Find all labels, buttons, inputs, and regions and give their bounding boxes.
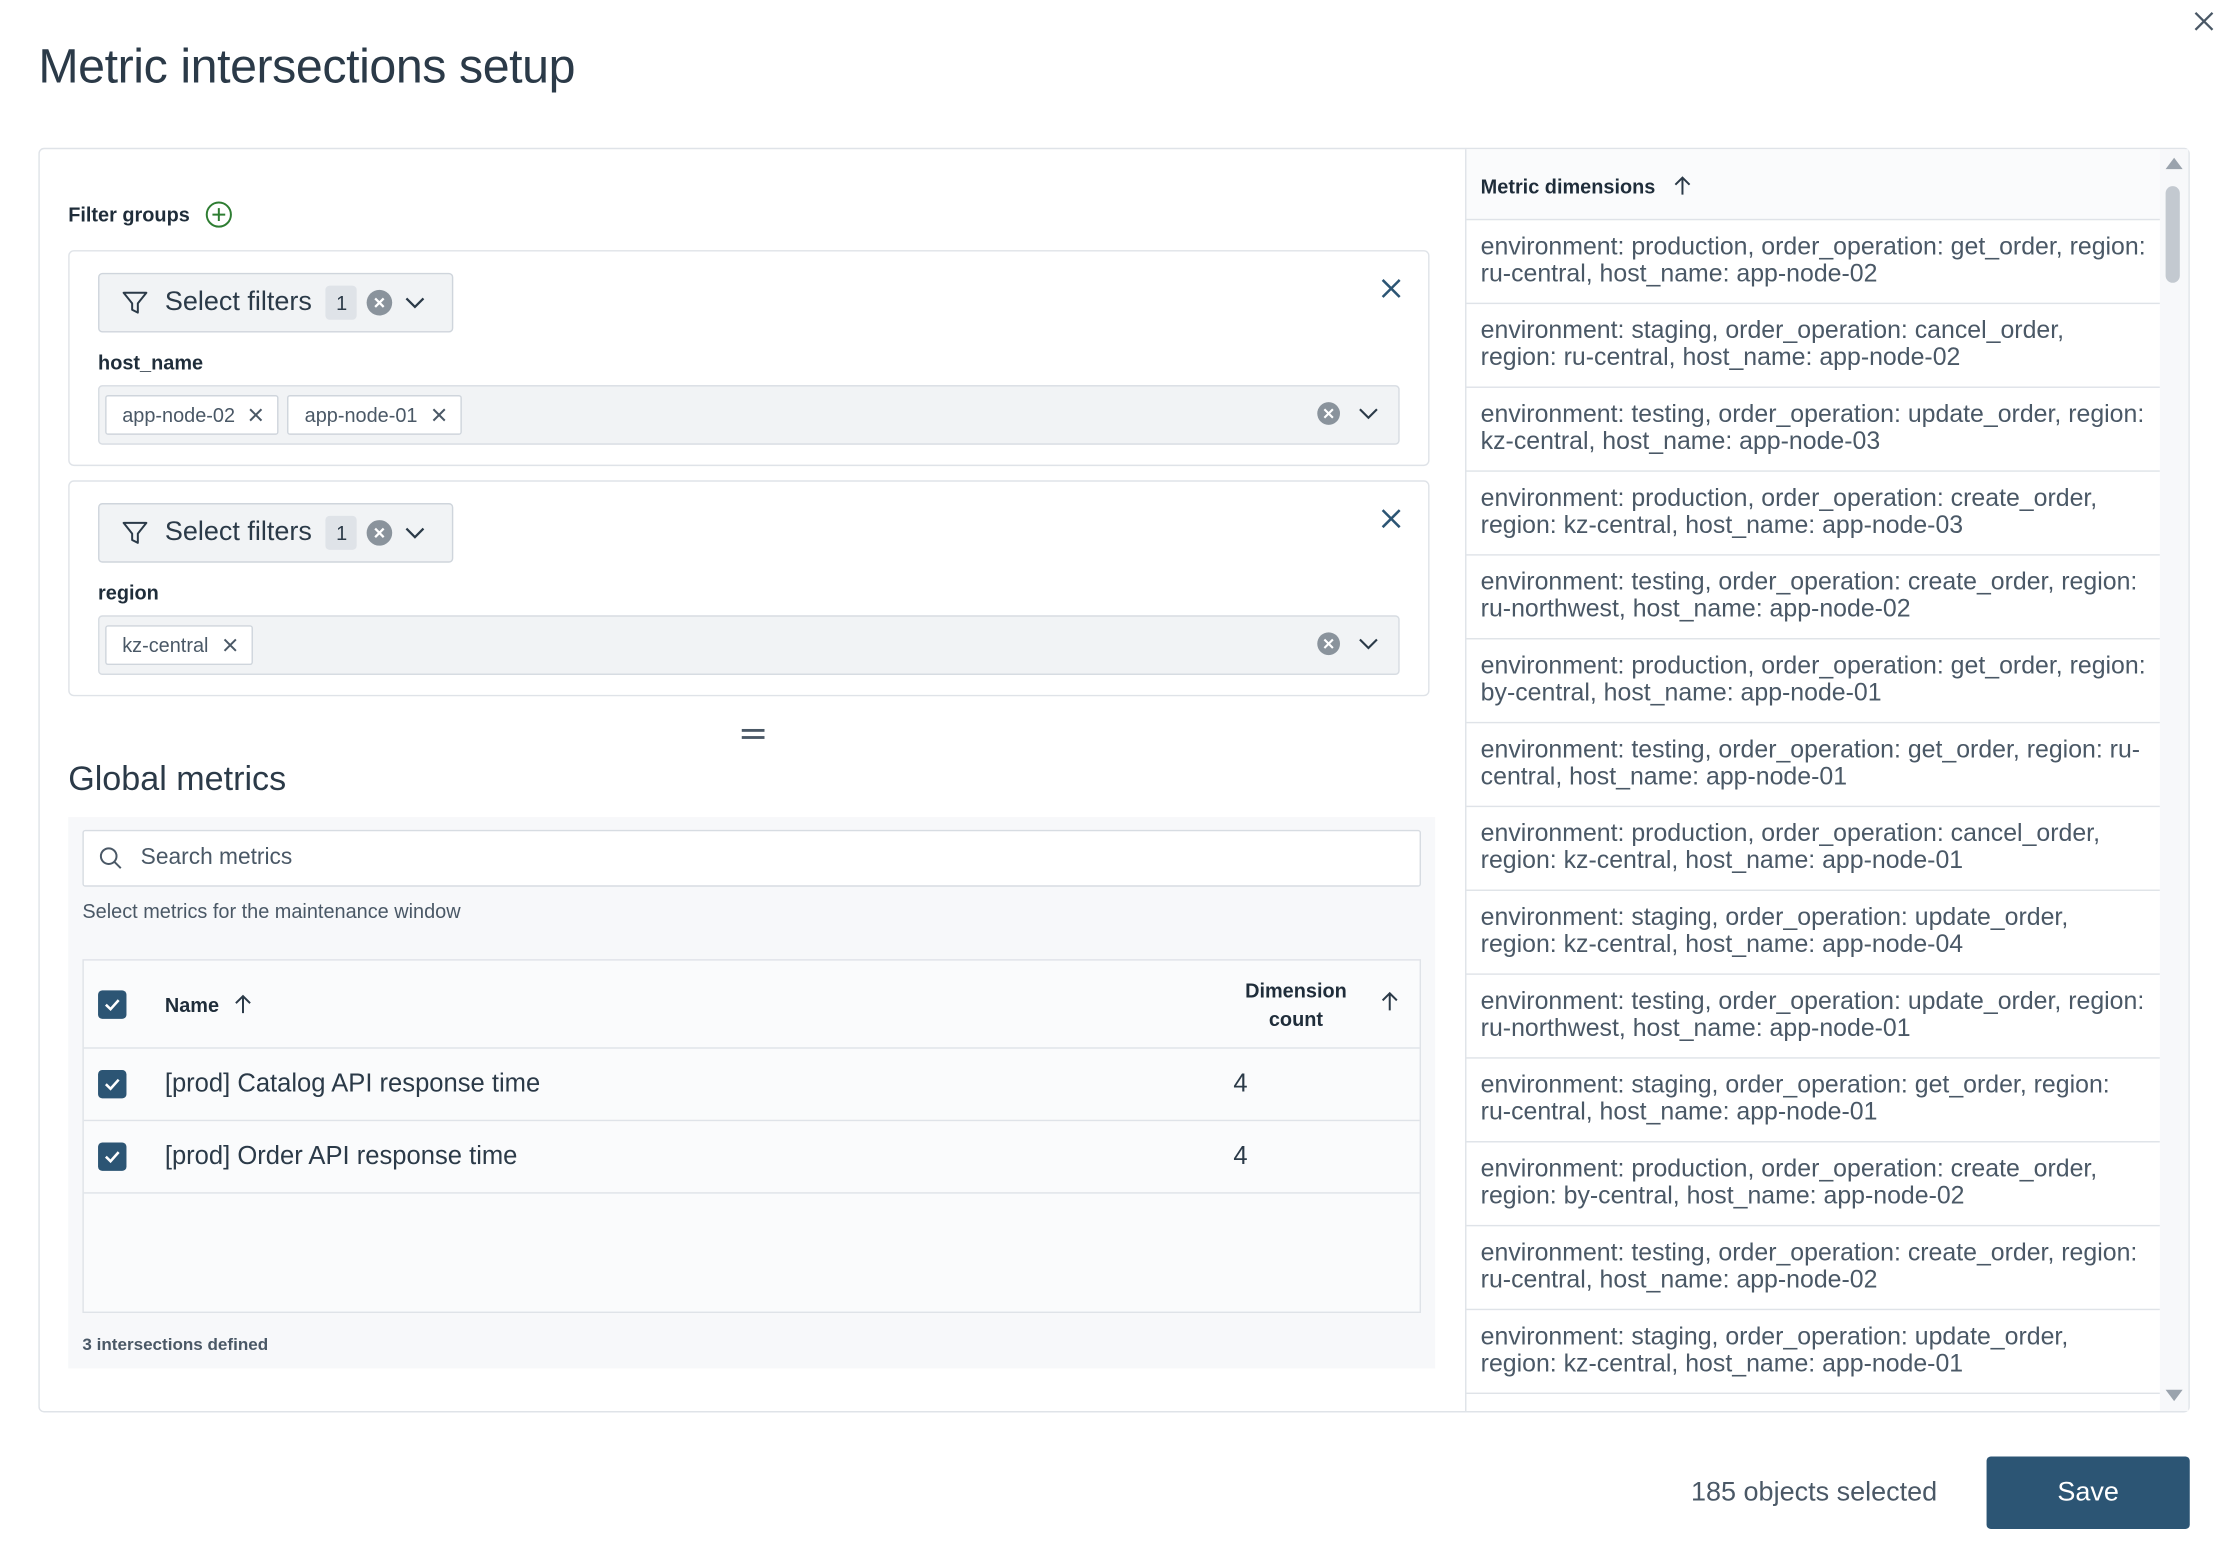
chevron-down-icon[interactable] [403,520,429,546]
select-filters-label: Select filters [164,517,312,548]
row-checkbox[interactable] [98,1142,127,1171]
field-label: region [98,581,159,604]
remove-tag-icon[interactable] [220,635,240,655]
left-pane: Filter groups Select filters 1 host_name [40,149,1465,1411]
search-box [82,829,1422,887]
filter-group: Select filters 1 host_name app-node-02 a… [68,250,1430,467]
select-filters-label: Select filters [164,287,312,317]
metric-dimensions-title: Metric dimensions [1480,174,1656,198]
table-header: Name Dimension count [83,961,1420,1049]
list-item: environment: staging, order_operation: u… [1466,1310,2160,1395]
tag-chip: app-node-02 [105,395,280,435]
metric-intersections-dialog: Metric intersections setup Filter groups… [0,0,2221,1556]
clear-icon[interactable] [366,288,394,316]
metrics-table: Name Dimension count [prod] Catalog API … [82,959,1422,1314]
list-item: environment: production, order_operation… [1466,807,2160,891]
dimension-count-column-header[interactable]: Dimension count [1229,976,1363,1033]
table-row[interactable]: [prod] Order API response time 4 [83,1121,1420,1194]
name-column-header[interactable]: Name [165,992,256,1018]
resize-handle[interactable] [741,728,765,746]
search-icon [99,847,122,869]
close-icon[interactable] [1377,504,1405,532]
save-button[interactable]: Save [1986,1456,2190,1529]
dimension-count: 4 [1233,1068,1248,1098]
filter-icon [122,291,148,314]
filter-group: Select filters 1 region kz-central [68,480,1430,697]
tag-label: app-node-01 [304,403,418,427]
tag-label: kz-central [122,633,209,657]
name-column-label: Name [164,993,220,1017]
global-metrics-section: Select metrics for the maintenance windo… [68,817,1436,1369]
remove-tag-icon[interactable] [246,405,266,425]
tag-chip: app-node-01 [287,395,462,435]
metric-name: [prod] Catalog API response time [164,1068,541,1098]
intersections-count: 3 intersections defined [82,1334,269,1355]
clear-icon[interactable] [1316,631,1342,657]
list-item: environment: production, order_operation… [1466,220,2160,305]
plus-circle-icon[interactable] [204,200,232,228]
metric-dimensions-list: environment: production, order_operation… [1466,220,2160,1411]
dialog-title: Metric intersections setup [38,39,576,94]
chevron-down-icon[interactable] [403,290,429,316]
list-item: environment: production, order_operation… [1466,639,2160,724]
metric-name: [prod] Order API response time [164,1141,518,1170]
select-all-checkbox[interactable] [98,990,127,1019]
list-item: environment: testing, order_operation: u… [1466,388,2160,472]
arrow-up-icon [235,994,251,1014]
list-item: environment: testing, order_operation: c… [1466,556,2160,640]
list-item: environment: staging, order_operation: u… [1466,891,2160,975]
list-item: environment: staging, order_operation: c… [1466,304,2160,388]
close-icon[interactable] [2188,6,2219,37]
select-filters-button[interactable]: Select filters 1 [98,272,454,333]
global-metrics-title: Global metrics [68,760,287,799]
scroll-up-icon[interactable] [2165,157,2183,170]
arrow-up-icon[interactable] [1377,989,1403,1015]
clear-icon[interactable] [1316,401,1342,427]
selected-count: 185 objects selected [1690,1477,1938,1508]
scroll-down-icon[interactable] [2165,1389,2183,1402]
tag-label: app-node-02 [122,403,236,427]
dimension-count: 4 [1233,1141,1248,1170]
remove-tag-icon[interactable] [429,405,449,425]
chevron-down-icon[interactable] [1356,631,1382,657]
list-item: environment: production, order_operation… [1466,1142,2160,1227]
tag-chip: kz-central [105,625,253,666]
filter-groups-title: Filter groups [68,203,190,226]
close-icon[interactable] [1377,274,1405,302]
list-item: environment: testing, order_operation: c… [1466,1226,2160,1311]
clear-icon[interactable] [366,519,394,547]
filter-count-badge: 1 [326,515,358,550]
main-panel: Filter groups Select filters 1 host_name [38,147,2190,1413]
list-item: environment: production, order_operation… [1466,472,2160,556]
table-row[interactable]: [prod] Catalog API response time 4 [83,1049,1420,1122]
chevron-down-icon[interactable] [1356,401,1382,427]
filter-icon [122,521,148,544]
field-label: host_name [98,350,204,374]
arrow-up-icon[interactable] [1670,173,1696,199]
scrollbar-thumb[interactable] [2165,186,2180,283]
select-filters-button[interactable]: Select filters 1 [98,503,454,563]
host-name-tag-input[interactable]: app-node-02 app-node-01 [98,385,1400,445]
region-tag-input[interactable]: kz-central [98,615,1400,675]
metric-dimensions-header[interactable]: Metric dimensions [1466,149,2160,221]
filter-count-badge: 1 [326,285,358,320]
hint-text: Select metrics for the maintenance windo… [82,899,461,923]
filter-groups-header: Filter groups [68,200,232,228]
list-item: environment: staging, order_operation: g… [1466,1059,2160,1143]
row-checkbox[interactable] [98,1070,127,1099]
list-item: environment: testing, order_operation: g… [1466,723,2160,808]
search-input[interactable] [140,845,1278,872]
list-item: environment: testing, order_operation: u… [1466,975,2160,1059]
scrollbar[interactable] [2159,149,2189,1412]
metric-dimensions-pane: Metric dimensions environment: productio… [1465,149,2190,1412]
